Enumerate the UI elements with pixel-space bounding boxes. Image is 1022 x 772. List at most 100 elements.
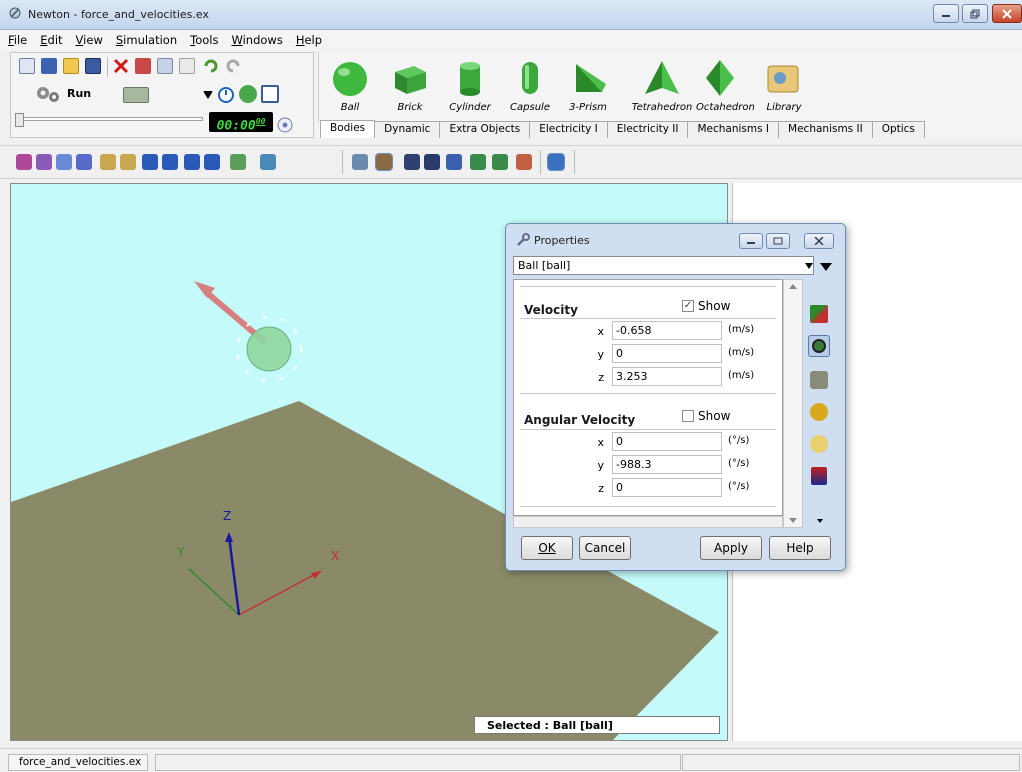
dialog-close-button[interactable] xyxy=(804,233,834,249)
velocity-z-input[interactable]: 3.253 xyxy=(612,367,722,386)
axes-category-icon[interactable] xyxy=(810,305,828,323)
apply-button[interactable]: Apply xyxy=(700,536,762,560)
cut-icon[interactable] xyxy=(135,58,151,74)
hand-tool-icon[interactable] xyxy=(375,153,393,171)
help-button[interactable]: Help xyxy=(769,536,831,560)
magnet-category-icon[interactable] xyxy=(811,467,827,485)
scroll-down-icon[interactable] xyxy=(789,518,797,523)
dropdown-arrow-icon[interactable] xyxy=(203,91,213,99)
tab-bar: Bodies Dynamic Extra Objects Electricity IE… xyxy=(320,120,925,138)
time-slider[interactable] xyxy=(17,117,203,121)
measure-tool-icon[interactable] xyxy=(547,153,565,171)
view-zx-icon[interactable] xyxy=(56,154,72,170)
ok-button[interactable]: OK xyxy=(521,536,573,560)
view-yz-icon[interactable] xyxy=(36,154,52,170)
run-button[interactable]: Run xyxy=(17,81,107,107)
properties-hscrollbar[interactable] xyxy=(513,516,783,528)
scroll-up-icon[interactable] xyxy=(789,284,797,289)
force-tool-icon[interactable] xyxy=(516,154,532,170)
angular-z-input[interactable]: 0 xyxy=(612,478,722,497)
zoom-out-icon[interactable] xyxy=(120,154,136,170)
menu-view[interactable]: View xyxy=(76,33,103,47)
object-label: Octahedron xyxy=(696,102,755,113)
object-label: Ball xyxy=(340,102,360,113)
appearance-category-icon[interactable] xyxy=(810,435,828,453)
tab-optics[interactable]: Optics xyxy=(871,121,925,138)
tab-electricity-ii[interactable]: Electricity II xyxy=(606,121,689,138)
camera-icon[interactable] xyxy=(123,87,149,103)
paste-icon[interactable] xyxy=(179,58,195,74)
tab-mechanisms-ii[interactable]: Mechanisms II xyxy=(778,121,873,138)
frame-tool-icon[interactable] xyxy=(446,154,462,170)
stopwatch-icon[interactable] xyxy=(217,85,235,103)
view-perspective-icon[interactable] xyxy=(76,154,92,170)
tab-extra-objects[interactable]: Extra Objects xyxy=(439,121,531,138)
velocity-x-input[interactable]: -0.658 xyxy=(612,321,722,340)
restore-button[interactable] xyxy=(962,4,988,23)
property-category-bar xyxy=(804,279,832,528)
redo-icon[interactable] xyxy=(225,58,241,74)
tab-mechanisms-i[interactable]: Mechanisms I xyxy=(687,121,780,138)
dropdown-menu-icon[interactable] xyxy=(820,261,832,271)
properties-scrollbar[interactable] xyxy=(783,279,803,528)
angular-y-input[interactable]: -988.3 xyxy=(612,455,722,474)
undo-icon[interactable] xyxy=(203,58,219,74)
angular-show-checkbox[interactable]: Show xyxy=(682,409,730,423)
gear-category-icon[interactable] xyxy=(810,403,828,421)
select-tool-icon[interactable] xyxy=(352,154,368,170)
pan-right-icon[interactable] xyxy=(204,154,220,170)
angular-x-label: x xyxy=(597,436,604,449)
magnet-tool-icon[interactable] xyxy=(424,154,440,170)
velocity-show-checkbox[interactable]: ✓ Show xyxy=(682,299,730,313)
chart-icon[interactable] xyxy=(261,85,279,103)
timer-settings-icon[interactable] xyxy=(277,117,293,133)
menu-tools[interactable]: Tools xyxy=(190,33,218,47)
tab-bodies[interactable]: Bodies xyxy=(320,120,376,138)
tab-electricity-i[interactable]: Electricity I xyxy=(529,121,608,138)
menu-help[interactable]: Help xyxy=(296,33,322,47)
save-icon[interactable] xyxy=(85,58,101,74)
view-xy-icon[interactable] xyxy=(16,154,32,170)
anchor-tool-icon[interactable] xyxy=(492,154,508,170)
open-folder-icon[interactable] xyxy=(63,58,79,74)
delete-icon[interactable] xyxy=(113,58,129,74)
copy-icon[interactable] xyxy=(157,58,173,74)
refresh-icon[interactable] xyxy=(239,85,257,103)
time-slider-thumb[interactable] xyxy=(15,113,24,127)
object-select-value: Ball [ball] xyxy=(518,259,571,272)
dialog-minimize-button[interactable] xyxy=(739,233,763,249)
close-button[interactable] xyxy=(992,4,1022,23)
menu-windows[interactable]: Windows xyxy=(231,33,282,47)
new-file-icon[interactable] xyxy=(19,58,35,74)
minimize-button[interactable] xyxy=(933,4,959,23)
angular-velocity-heading: Angular Velocity xyxy=(524,413,636,427)
zoom-in-icon[interactable] xyxy=(100,154,116,170)
velocity-category-icon[interactable] xyxy=(808,335,830,357)
menu-file[interactable]: File xyxy=(8,33,27,47)
cancel-button[interactable]: Cancel xyxy=(579,536,631,560)
joint-tool-icon[interactable] xyxy=(404,154,420,170)
timer-main: 00:00 xyxy=(216,118,256,134)
tab-dynamic[interactable]: Dynamic xyxy=(374,121,441,138)
help-label: Help xyxy=(786,541,814,555)
velocity-y-input[interactable]: 0 xyxy=(612,344,722,363)
tetrahedron-icon xyxy=(645,61,679,94)
pan-up-icon[interactable] xyxy=(142,154,158,170)
rope-tool-icon[interactable] xyxy=(470,154,486,170)
material-category-icon[interactable] xyxy=(810,371,828,389)
object-select[interactable]: Ball [ball] xyxy=(513,256,814,275)
dialog-title: Properties xyxy=(534,234,590,247)
render-mode-icon[interactable] xyxy=(230,154,246,170)
display-options-icon[interactable] xyxy=(260,154,276,170)
menu-edit[interactable]: Edit xyxy=(40,33,62,47)
more-categories-icon[interactable] xyxy=(817,519,823,523)
dialog-maximize-button[interactable] xyxy=(766,233,790,249)
pan-down-icon[interactable] xyxy=(162,154,178,170)
close-icon xyxy=(1002,8,1012,19)
status-message-area xyxy=(155,754,681,771)
menu-simulation[interactable]: Simulation xyxy=(116,33,177,47)
document-icon[interactable] xyxy=(41,58,57,74)
angular-x-input[interactable]: 0 xyxy=(612,432,722,451)
apply-label: Apply xyxy=(714,541,748,555)
pan-left-icon[interactable] xyxy=(184,154,200,170)
